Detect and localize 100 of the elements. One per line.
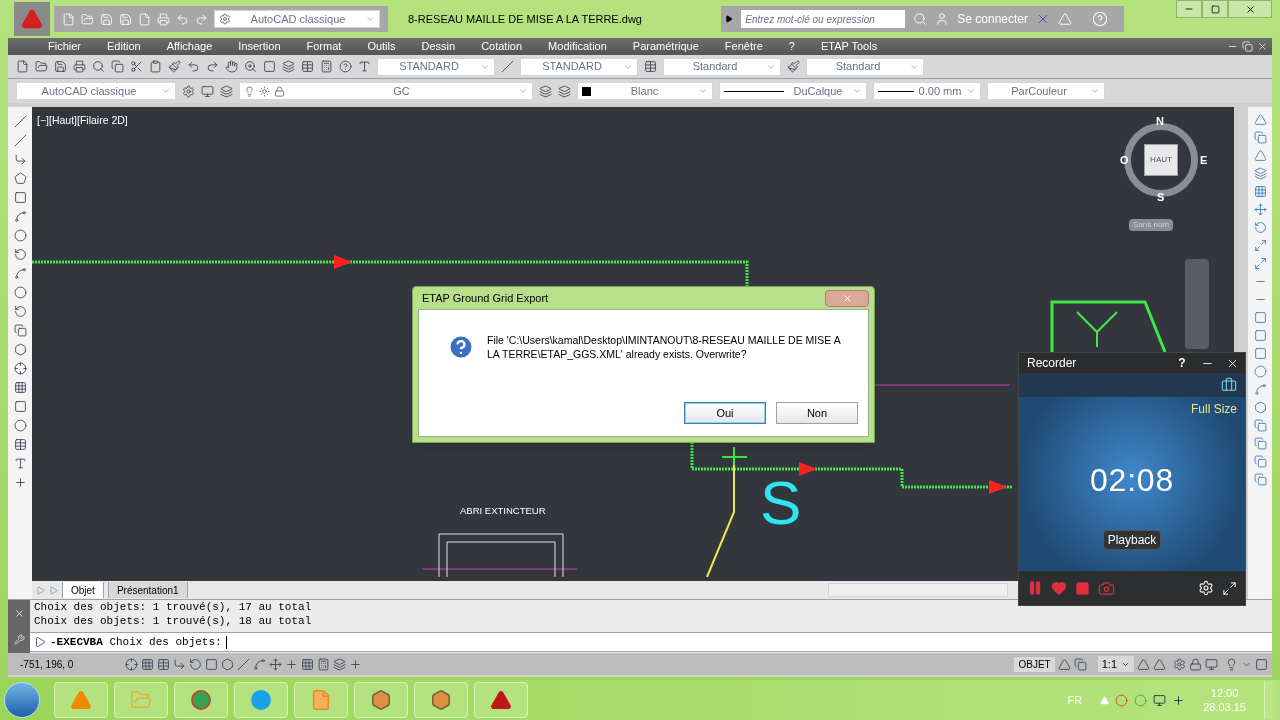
hand-icon[interactable] <box>225 60 238 73</box>
move-icon[interactable] <box>1253 203 1267 216</box>
menu-item[interactable]: Cotation <box>481 38 523 55</box>
help-icon[interactable] <box>339 60 352 73</box>
user-icon[interactable] <box>935 12 950 26</box>
taskbar-app-button[interactable] <box>414 682 468 718</box>
compass-north[interactable]: N <box>1156 113 1164 130</box>
compass-east[interactable]: E <box>1200 152 1208 169</box>
close-button[interactable] <box>825 289 869 307</box>
lineweight-dropdown[interactable]: 0.00 mm <box>873 82 981 100</box>
hatch-icon[interactable] <box>13 381 27 394</box>
viewcube-face[interactable]: HAUT <box>1144 144 1178 176</box>
menu-item[interactable]: Paramétrique <box>632 38 699 55</box>
menu-item[interactable]: Dessin <box>421 38 456 55</box>
style-dropdown[interactable]: Standard <box>663 57 781 76</box>
workspace-dropdown[interactable]: AutoCAD classique <box>214 10 380 28</box>
pause-icon[interactable] <box>1027 580 1043 596</box>
taskbar-app-button[interactable] <box>474 682 528 718</box>
layers-icon[interactable] <box>282 60 295 73</box>
layers-icon[interactable] <box>220 84 233 98</box>
table-icon[interactable] <box>13 438 27 451</box>
minimize-button[interactable] <box>1176 0 1202 18</box>
text-icon[interactable] <box>13 457 27 470</box>
horizontal-scrollbar[interactable] <box>828 583 1008 597</box>
menu-item[interactable]: Outils <box>367 38 396 55</box>
viewport-label[interactable]: [−][Haut][Filaire 2D] <box>37 113 128 129</box>
redo-icon[interactable] <box>206 60 219 73</box>
menu-item[interactable]: Edition <box>107 38 141 55</box>
spline-icon[interactable] <box>13 267 27 280</box>
expand-icon[interactable] <box>725 15 734 23</box>
table-icon[interactable] <box>301 60 314 73</box>
workspace-dropdown[interactable]: AutoCAD classique <box>16 82 176 100</box>
menu-item[interactable]: Modification <box>548 38 607 55</box>
save-icon[interactable] <box>54 60 67 73</box>
layout-tab[interactable]: Objet <box>62 582 104 598</box>
rectangle-icon[interactable] <box>13 191 27 204</box>
taskbar-app-button[interactable] <box>174 682 228 718</box>
restore-icon[interactable] <box>1242 41 1253 52</box>
taskbar-app-button[interactable] <box>234 682 288 718</box>
maximize-button[interactable] <box>1202 0 1228 18</box>
compass-south[interactable]: S <box>1157 189 1165 206</box>
circle-icon[interactable] <box>13 229 27 242</box>
dialog-button[interactable]: Non <box>776 402 858 424</box>
heart-icon[interactable] <box>1051 580 1067 596</box>
space-button[interactable]: OBJET <box>1014 656 1055 672</box>
layer-dropdown[interactable]: GC <box>239 82 533 100</box>
copy-icon[interactable] <box>111 60 124 73</box>
dialog-button[interactable]: Oui <box>684 402 766 424</box>
save-as-icon[interactable] <box>119 12 132 26</box>
linetype-dropdown[interactable]: DuCalque <box>719 82 867 100</box>
wrench-icon[interactable] <box>13 634 25 646</box>
printer-icon[interactable] <box>157 12 170 26</box>
color-dropdown[interactable]: Blanc <box>577 82 713 100</box>
compass-west[interactable]: O <box>1120 152 1129 169</box>
table-style-icon[interactable] <box>644 60 657 73</box>
taskbar-app-button[interactable] <box>294 682 348 718</box>
menu-item[interactable]: ? <box>788 38 795 55</box>
layout-tab[interactable]: Présentation1 <box>107 582 188 598</box>
clipboard-icon[interactable] <box>149 60 162 73</box>
style-dropdown[interactable]: STANDARD <box>377 57 495 76</box>
open-icon[interactable] <box>81 12 94 26</box>
zoom-icon[interactable] <box>244 60 257 73</box>
calculator-icon[interactable] <box>320 60 333 73</box>
layer-state-icon[interactable] <box>539 84 552 98</box>
dimension-style-icon[interactable] <box>501 60 514 73</box>
add-icon[interactable] <box>13 476 27 489</box>
new-icon[interactable] <box>62 12 75 26</box>
point-icon[interactable] <box>13 362 27 375</box>
layer-previous-icon[interactable] <box>558 84 571 98</box>
brush-icon[interactable] <box>168 60 181 73</box>
menu-item[interactable]: ETAP Tools <box>820 38 878 55</box>
lock-icon[interactable] <box>1189 657 1202 671</box>
folder-icon[interactable] <box>35 60 48 73</box>
menu-item[interactable]: Format <box>306 38 342 55</box>
undo-icon[interactable] <box>187 60 200 73</box>
style-dropdown[interactable]: STANDARD <box>520 57 638 76</box>
line-icon[interactable] <box>13 115 27 128</box>
close-icon[interactable] <box>1257 41 1268 52</box>
text-style-icon[interactable] <box>358 60 371 73</box>
multileader-style-icon[interactable] <box>787 60 800 73</box>
playback-button[interactable]: Playback <box>1102 530 1162 550</box>
rotate-icon[interactable] <box>1253 221 1267 234</box>
polygon-icon[interactable] <box>13 172 27 185</box>
menu-item[interactable]: Fichier <box>48 38 81 55</box>
scissors-icon[interactable] <box>130 60 143 73</box>
style-dropdown[interactable]: Standard <box>806 57 924 76</box>
taskbar-app-button[interactable] <box>354 682 408 718</box>
menu-item[interactable]: Fenêtre <box>724 38 763 55</box>
start-button[interactable] <box>4 682 40 718</box>
search-icon[interactable] <box>92 60 105 73</box>
stop-icon[interactable] <box>1075 580 1090 596</box>
annotation-scale-button[interactable]: 1:1 <box>1097 655 1134 673</box>
coordinates[interactable]: -751, 196, 0 <box>12 656 122 672</box>
resize-icon[interactable] <box>1222 580 1237 596</box>
copy-icon[interactable] <box>1253 131 1267 144</box>
undo-icon[interactable] <box>176 12 189 26</box>
arc-icon[interactable] <box>13 210 27 223</box>
menu-item[interactable]: Insertion <box>238 38 281 55</box>
command-input[interactable]: -EXECVBA Choix des objets: <box>30 632 1272 652</box>
printer-icon[interactable] <box>73 60 86 73</box>
